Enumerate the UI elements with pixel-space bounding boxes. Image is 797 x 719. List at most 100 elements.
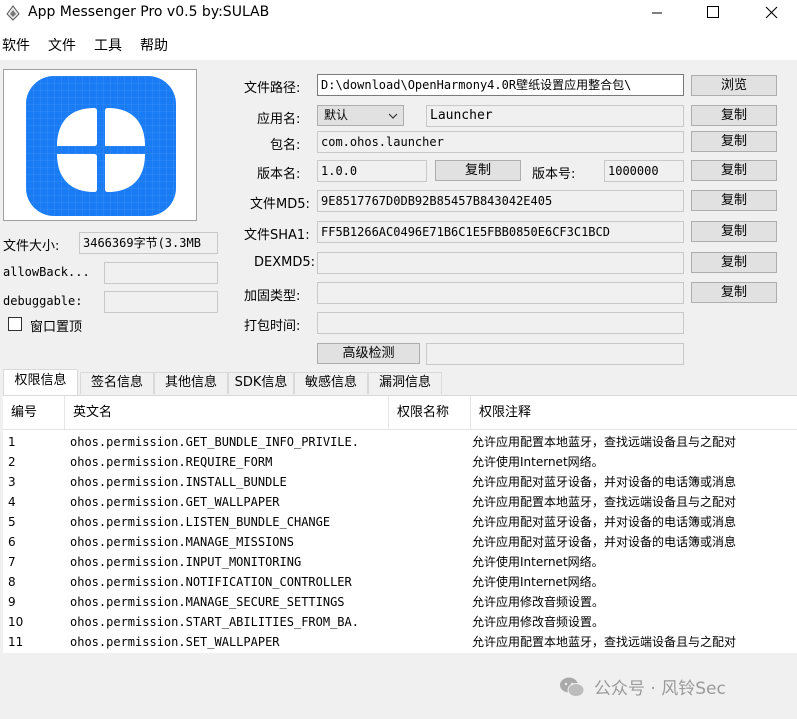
row-permission-name: [397, 532, 471, 552]
pkg-field[interactable]: com.ohos.launcher: [317, 131, 684, 153]
tab-permissions[interactable]: 权限信息: [3, 369, 78, 395]
copy-vername-button[interactable]: 复制: [435, 160, 521, 181]
menu-help[interactable]: 帮助: [140, 35, 168, 55]
row-permission-name: [397, 612, 471, 632]
vername-field[interactable]: 1.0.0: [317, 160, 427, 182]
tab-signature[interactable]: 签名信息: [80, 372, 154, 394]
table-row[interactable]: 3 ohos.permission.INSTALL_BUNDLE 允许应用配对蓝牙设…: [3, 472, 797, 492]
copy-pkg-button[interactable]: 复制: [691, 131, 777, 152]
copy-sha1-button[interactable]: 复制: [691, 221, 777, 242]
copy-appname-button[interactable]: 复制: [691, 105, 777, 126]
md5-field[interactable]: 9E8517767D0DB92B85457B843042E405: [317, 190, 684, 212]
path-input[interactable]: D:\download\OpenHarmony4.0R壁纸设置应用整合包\: [317, 74, 684, 96]
row-english-name: ohos.permission.LISTEN_BUNDLE_CHANGE: [70, 515, 331, 529]
row-permission-note: 允许应用配对蓝牙设备，并对设备的电话簿或消息: [472, 475, 737, 489]
tab-sdk[interactable]: SDK信息: [228, 372, 294, 394]
path-label: 文件路径:: [244, 81, 301, 96]
dexmd5-field[interactable]: [317, 252, 684, 274]
appname-field[interactable]: Launcher: [426, 105, 684, 127]
row-index: 8: [8, 575, 16, 589]
copy-protect-type-button[interactable]: 复制: [691, 282, 777, 303]
row-english-name: ohos.permission.SET_WALLPAPER: [70, 635, 280, 649]
maximize-icon: [707, 6, 719, 18]
row-permission-name: [397, 452, 471, 472]
row-permission-note: 允许使用Internet网络。: [472, 455, 604, 469]
advanced-check-field[interactable]: [426, 343, 684, 365]
title-bar: App Messenger Pro v0.5 by:SULAB: [0, 0, 797, 28]
row-permission-note: 允许使用Internet网络。: [472, 575, 604, 589]
pkg-label: 包名:: [270, 138, 301, 153]
protect-type-field[interactable]: [317, 282, 684, 304]
column-header-permission-name[interactable]: 权限名称: [389, 396, 471, 430]
table-row[interactable]: 5 ohos.permission.LISTEN_BUNDLE_CHANGE 允许应…: [3, 512, 797, 532]
copy-vercode-button[interactable]: 复制: [691, 160, 777, 181]
copy-dexmd5-button[interactable]: 复制: [691, 252, 777, 273]
on-top-label[interactable]: 窗口置顶: [30, 316, 82, 335]
window-title: App Messenger Pro v0.5 by:SULAB: [28, 4, 270, 20]
row-index: 9: [8, 595, 16, 609]
row-index: 6: [8, 535, 16, 549]
sha1-field[interactable]: FF5B1266AC0496E71B6C1E5FBB0850E6CF3C1BCD: [317, 221, 684, 243]
appname-locale-select[interactable]: 默认: [317, 105, 404, 126]
allowbackup-label: allowBack...: [3, 265, 90, 279]
row-permission-note: 允许应用配对蓝牙设备，并对设备的电话簿或消息: [472, 535, 737, 549]
permission-list[interactable]: 编号 英文名 权限名称 权限注释 1 ohos.permission.GET_BU…: [3, 395, 797, 653]
wechat-icon: [560, 677, 585, 697]
debuggable-field[interactable]: [104, 291, 218, 313]
pack-time-label: 打包时间:: [244, 319, 301, 334]
row-index: 7: [8, 555, 16, 569]
pack-time-field[interactable]: [317, 312, 684, 334]
row-permission-note: 允许应用配置本地蓝牙，查找远端设备且与之配对: [472, 495, 737, 509]
menu-software[interactable]: 软件: [2, 35, 30, 55]
row-index: 4: [8, 495, 16, 509]
table-row[interactable]: 11 ohos.permission.SET_WALLPAPER 允许应用配置本地蓝…: [3, 632, 797, 652]
row-permission-name: [397, 632, 471, 652]
table-row[interactable]: 2 ohos.permission.REQUIRE_FORM 允许使用Interne…: [3, 452, 797, 472]
row-english-name: ohos.permission.NOTIFICATION_CONTROLLER: [70, 575, 352, 589]
info-tabs: 权限信息 签名信息 其他信息 SDK信息 敏感信息 漏洞信息: [3, 369, 797, 395]
table-row[interactable]: 1 ohos.permission.GET_BUNDLE_INFO_PRIVILE…: [3, 432, 797, 452]
tab-other[interactable]: 其他信息: [154, 372, 228, 394]
row-permission-name: [397, 512, 471, 532]
sha1-label: 文件SHA1:: [244, 228, 310, 243]
row-index: 10: [8, 615, 24, 629]
debuggable-label: debuggable:: [3, 294, 83, 308]
minimize-button[interactable]: [633, 0, 681, 28]
on-top-checkbox[interactable]: [8, 317, 22, 331]
row-permission-note: 允许应用修改音频设置。: [472, 595, 605, 609]
table-row[interactable]: 6 ohos.permission.MANAGE_MISSIONS 允许应用配对蓝牙…: [3, 532, 797, 552]
tab-sensitive[interactable]: 敏感信息: [294, 372, 368, 394]
menu-file[interactable]: 文件: [48, 35, 76, 55]
browse-button[interactable]: 浏览: [691, 75, 777, 96]
column-header-english-name[interactable]: 英文名: [65, 396, 389, 430]
row-english-name: ohos.permission.INPUT_MONITORING: [70, 555, 302, 569]
md5-label: 文件MD5:: [250, 197, 310, 212]
menu-tools[interactable]: 工具: [94, 35, 122, 55]
table-row[interactable]: 4 ohos.permission.GET_WALLPAPER 允许应用配置本地蓝牙…: [3, 492, 797, 512]
copy-md5-button[interactable]: 复制: [691, 190, 777, 211]
allowbackup-field[interactable]: [104, 262, 218, 284]
column-header-permission-note[interactable]: 权限注释: [471, 396, 797, 430]
row-permission-note: 允许使用Internet网络。: [472, 555, 604, 569]
vercode-field[interactable]: 1000000: [604, 160, 684, 182]
minimize-icon: [652, 12, 662, 14]
row-permission-name: [397, 592, 471, 612]
close-button[interactable]: [745, 0, 793, 28]
table-row[interactable]: 8 ohos.permission.NOTIFICATION_CONTROLLER…: [3, 572, 797, 592]
table-row[interactable]: 9 ohos.permission.MANAGE_SECURE_SETTINGS 允…: [3, 592, 797, 612]
row-permission-note: 允许应用配置本地蓝牙，查找远端设备且与之配对: [472, 635, 737, 649]
row-index: 3: [8, 475, 16, 489]
row-permission-note: 允许应用配置本地蓝牙，查找远端设备且与之配对: [472, 435, 737, 449]
advanced-check-button[interactable]: 高级检测: [317, 343, 420, 364]
dexmd5-label: DEXMD5:: [254, 255, 316, 270]
row-index: 11: [8, 635, 24, 649]
table-row[interactable]: 7 ohos.permission.INPUT_MONITORING 允许使用Int…: [3, 552, 797, 572]
file-size-field[interactable]: 3466369字节(3.3MB: [79, 232, 218, 254]
app-logo-frame: [3, 69, 197, 221]
column-header-index[interactable]: 编号: [3, 396, 65, 430]
table-row[interactable]: 10 ohos.permission.START_ABILITIES_FROM_B…: [3, 612, 797, 632]
row-english-name: ohos.permission.GET_BUNDLE_INFO_PRIVILE.: [70, 435, 359, 449]
maximize-button[interactable]: [689, 0, 737, 28]
vername-label: 版本名:: [257, 167, 301, 182]
tab-vulnerability[interactable]: 漏洞信息: [368, 372, 442, 394]
